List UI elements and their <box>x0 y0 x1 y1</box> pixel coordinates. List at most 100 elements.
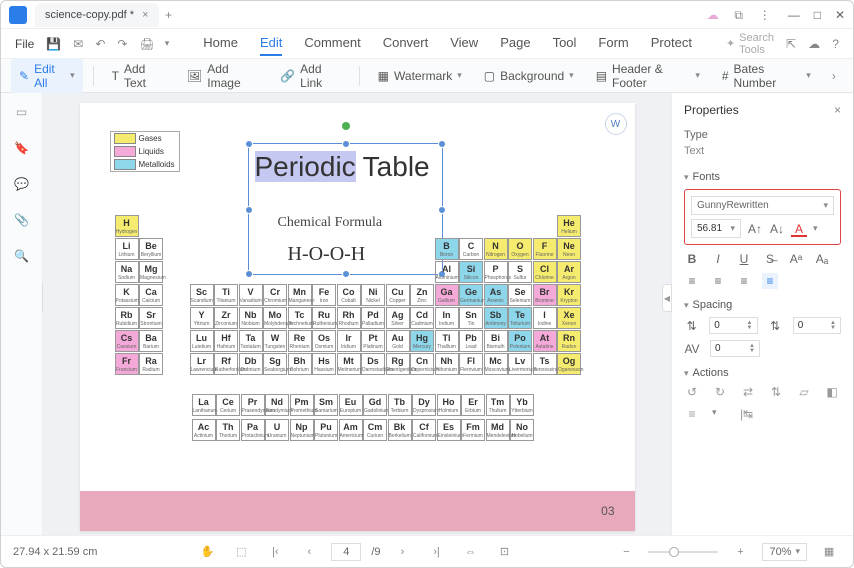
element-Es[interactable]: EsEinsteinium <box>437 419 461 441</box>
element-Ge[interactable]: GeGermanium <box>459 284 483 306</box>
close-window-button[interactable]: ✕ <box>835 8 845 22</box>
element-La[interactable]: LaLanthanum <box>192 394 216 416</box>
screenshot-icon[interactable]: ⧉ <box>732 8 746 22</box>
element-K[interactable]: KPotassium <box>115 284 139 306</box>
element-Er[interactable]: ErErbium <box>461 394 485 416</box>
toolbar-scroll-right[interactable]: › <box>825 69 843 83</box>
align-right-icon[interactable]: ≡ <box>736 273 752 289</box>
element-Ho[interactable]: HoHolmium <box>437 394 461 416</box>
element-Ti[interactable]: TiTitanium <box>214 284 238 306</box>
list-icon[interactable]: ≡ <box>684 407 700 423</box>
element-Og[interactable]: OgOganesson <box>557 353 581 375</box>
undo-icon[interactable]: ↶ <box>95 36 105 52</box>
zoom-out-icon[interactable]: − <box>618 544 634 560</box>
element-Ar[interactable]: ArArgon <box>557 261 581 283</box>
element-Rh[interactable]: RhRhodium <box>337 307 361 329</box>
element-Eu[interactable]: EuEuropium <box>339 394 363 416</box>
element-Pd[interactable]: PdPalladium <box>361 307 385 329</box>
spacing-after-input[interactable]: 0▲▼ <box>793 317 841 334</box>
search-tools[interactable]: ✦ Search Tools <box>726 32 774 56</box>
element-Gd[interactable]: GdGadolinium <box>363 394 387 416</box>
element-Bi[interactable]: BiBismuth <box>484 330 508 352</box>
element-Rn[interactable]: RnRadon <box>557 330 581 352</box>
header-footer-button[interactable]: ▤Header & Footer▾ <box>588 58 708 94</box>
element-O[interactable]: OOxygen <box>508 238 532 260</box>
element-N[interactable]: NNitrogen <box>484 238 508 260</box>
ribbon-tab-form[interactable]: Form <box>598 31 628 56</box>
element-In[interactable]: InIndium <box>435 307 459 329</box>
element-Si[interactable]: SiSilicon <box>459 261 483 283</box>
element-Fr[interactable]: FrFrancium <box>115 353 139 375</box>
element-Hg[interactable]: HgMercury <box>410 330 434 352</box>
element-Ba[interactable]: BaBarium <box>139 330 163 352</box>
element-Lu[interactable]: LuLutetium <box>190 330 214 352</box>
element-S[interactable]: SSulfur <box>508 261 532 283</box>
element-Au[interactable]: AuGold <box>386 330 410 352</box>
title-text[interactable]: Periodic Table <box>255 151 430 184</box>
element-Nb[interactable]: NbNiobium <box>239 307 263 329</box>
ribbon-tab-comment[interactable]: Comment <box>304 31 360 56</box>
comments-icon[interactable]: 💬 <box>13 175 31 193</box>
element-Pt[interactable]: PtPlatinum <box>361 330 385 352</box>
element-Xe[interactable]: XeXenon <box>557 307 581 329</box>
help-icon[interactable]: ? <box>832 36 839 52</box>
element-At[interactable]: AtAstatine <box>533 330 557 352</box>
minimize-button[interactable]: — <box>788 8 800 22</box>
edit-all-button[interactable]: ✎ Edit All ▾ <box>11 58 83 94</box>
element-Tm[interactable]: TmThulium <box>486 394 510 416</box>
element-Np[interactable]: NpNeptunium <box>290 419 314 441</box>
element-Cs[interactable]: CsCaesium <box>115 330 139 352</box>
element-Rg[interactable]: RgRoentgenium <box>386 353 410 375</box>
subtitle-text[interactable]: Chemical Formula <box>278 215 383 231</box>
font-size-input[interactable]: 56.81▾ <box>691 219 741 238</box>
element-Ag[interactable]: AgSilver <box>386 307 410 329</box>
spacing-section-header[interactable]: Spacing <box>684 299 841 311</box>
add-link-button[interactable]: 🔗Add Link <box>272 58 349 94</box>
add-text-button[interactable]: TAdd Text <box>104 58 173 94</box>
element-Ce[interactable]: CeCerium <box>216 394 240 416</box>
element-As[interactable]: AsArsenic <box>484 284 508 306</box>
element-Mt[interactable]: MtMeitnerium <box>337 353 361 375</box>
increase-font-icon[interactable]: A↑ <box>747 221 763 237</box>
document-page[interactable]: W Gases Liquids Metalloids Periodic Tabl… <box>80 103 635 531</box>
element-Po[interactable]: PoPolonium <box>508 330 532 352</box>
bates-number-button[interactable]: #Bates Number▾ <box>714 58 819 94</box>
element-Ru[interactable]: RuRuthenium <box>312 307 336 329</box>
element-Sn[interactable]: SnTin <box>459 307 483 329</box>
document-tab[interactable]: science-copy.pdf * × <box>35 3 159 27</box>
sidebar-expand-right[interactable]: ◀ <box>662 284 672 312</box>
font-color-icon[interactable]: A <box>791 221 807 237</box>
print-icon[interactable]: 🖨 <box>139 36 154 52</box>
crop-icon[interactable]: ▱ <box>796 385 812 401</box>
element-Tl[interactable]: TlThallium <box>435 330 459 352</box>
char-spacing-input[interactable]: 0▲▼ <box>710 340 760 357</box>
element-Nd[interactable]: NdNeodymium <box>265 394 289 416</box>
element-Lr[interactable]: LrLawrencium <box>190 353 214 375</box>
element-Rf[interactable]: RfRutherfordium <box>214 353 238 375</box>
element-Sg[interactable]: SgSeaborgium <box>263 353 287 375</box>
element-Bh[interactable]: BhBohrium <box>288 353 312 375</box>
element-Ir[interactable]: IrIridium <box>337 330 361 352</box>
align-justify-icon[interactable]: ≡ <box>762 273 778 289</box>
bold-icon[interactable]: B <box>684 251 700 267</box>
element-Sm[interactable]: SmSamarium <box>314 394 338 416</box>
open-external-icon[interactable]: ⇱ <box>786 36 796 52</box>
element-Ta[interactable]: TaTantalum <box>239 330 263 352</box>
spacing-before-input[interactable]: 0▲▼ <box>709 317 757 334</box>
element-Br[interactable]: BrBromine <box>533 284 557 306</box>
element-Pa[interactable]: PaProtactinium <box>241 419 265 441</box>
background-button[interactable]: ▢Background▾ <box>476 65 582 87</box>
ribbon-tab-view[interactable]: View <box>450 31 478 56</box>
rotate-right-icon[interactable]: ↻ <box>712 385 728 401</box>
italic-icon[interactable]: I <box>710 251 726 267</box>
element-Sc[interactable]: ScScandium <box>190 284 214 306</box>
add-image-button[interactable]: 🖼Add Image <box>179 58 266 94</box>
first-page-icon[interactable]: |‹ <box>267 544 283 560</box>
element-Ga[interactable]: GaGallium <box>435 284 459 306</box>
element-Cr[interactable]: CrChromium <box>263 284 287 306</box>
print-dropdown[interactable]: ▾ <box>165 38 170 49</box>
element-Cm[interactable]: CmCurium <box>363 419 387 441</box>
element-Ds[interactable]: DsDarmstadtium <box>361 353 385 375</box>
attachments-icon[interactable]: 📎 <box>13 211 31 229</box>
element-Cf[interactable]: CfCalifornium <box>412 419 436 441</box>
